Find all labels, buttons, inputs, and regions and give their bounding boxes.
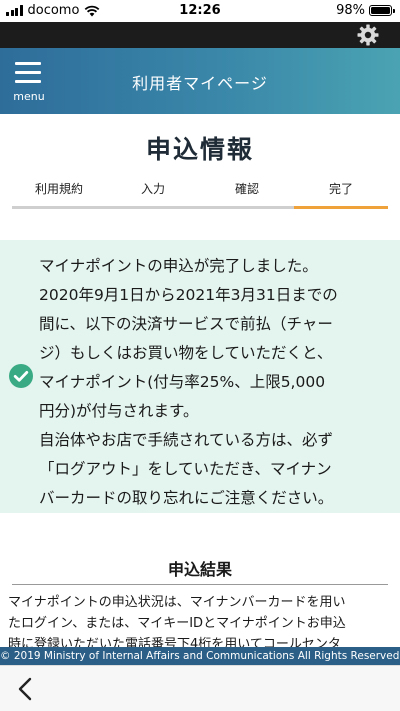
progress-steps: 利用規約 入力 確認 完了 [12,180,388,209]
check-circle-icon [9,364,33,388]
chevron-left-icon[interactable] [12,674,40,704]
page-title: 申込情報 [145,135,254,164]
notice-message: マイナポイントの申込が完了しました。 2020年9月1日から2021年3月31日… [39,252,391,513]
battery-icon [369,5,395,16]
battery-percent: 98% [336,3,365,18]
result-description: マイナポイントの申込状況は、マイナンバーカードを用い たログイン、または、マイキ… [8,592,392,655]
step-confirm: 確認 [200,180,294,209]
status-right: 98% [336,3,395,18]
result-divider [12,584,388,585]
notice-line: マイナポイント(付与率25%、上限5,000 [39,373,326,391]
hamburger-icon [15,62,41,65]
result-line: マイナポイントの申込状況は、マイナンバーカードを用い [8,595,346,610]
browser-toolbar [0,665,400,711]
step-input: 入力 [106,180,200,209]
gear-icon[interactable] [356,23,380,47]
copyright-footer: © 2019 Ministry of Internal Affairs and … [0,647,400,665]
notice-line: ジ）もしくはお買い物をしていただくと、 [39,344,333,362]
notice-line: 「ログアウト」をしていただき、マイナン [39,460,332,478]
result-heading: 申込結果 [167,560,232,579]
header-title: 利用者マイページ [132,74,268,93]
notice-line: 自治体やお店で手続されている方は、必ず [39,431,334,449]
step-complete: 完了 [294,180,388,209]
notice-line: マイナポイントの申込が完了しました。 [39,257,318,275]
notice-line: 円分)が付与されます。 [39,402,199,420]
completion-notice: マイナポイントの申込が完了しました。 2020年9月1日から2021年3月31日… [0,240,400,513]
result-line: たログイン、または、マイキーIDとマイナポイントお申込 [8,616,346,631]
notice-line: 2020年9月1日から2021年3月31日までの [39,286,338,304]
top-toolbar [0,22,400,48]
notice-line: バーカードの取り忘れにご注意ください。 [39,489,334,507]
status-bar: docomo 12:26 98% [0,0,400,22]
step-terms: 利用規約 [12,180,106,209]
notice-line: 間に、以下の決済サービスで前払（チャー [39,315,333,333]
site-header: menu 利用者マイページ [0,48,400,114]
